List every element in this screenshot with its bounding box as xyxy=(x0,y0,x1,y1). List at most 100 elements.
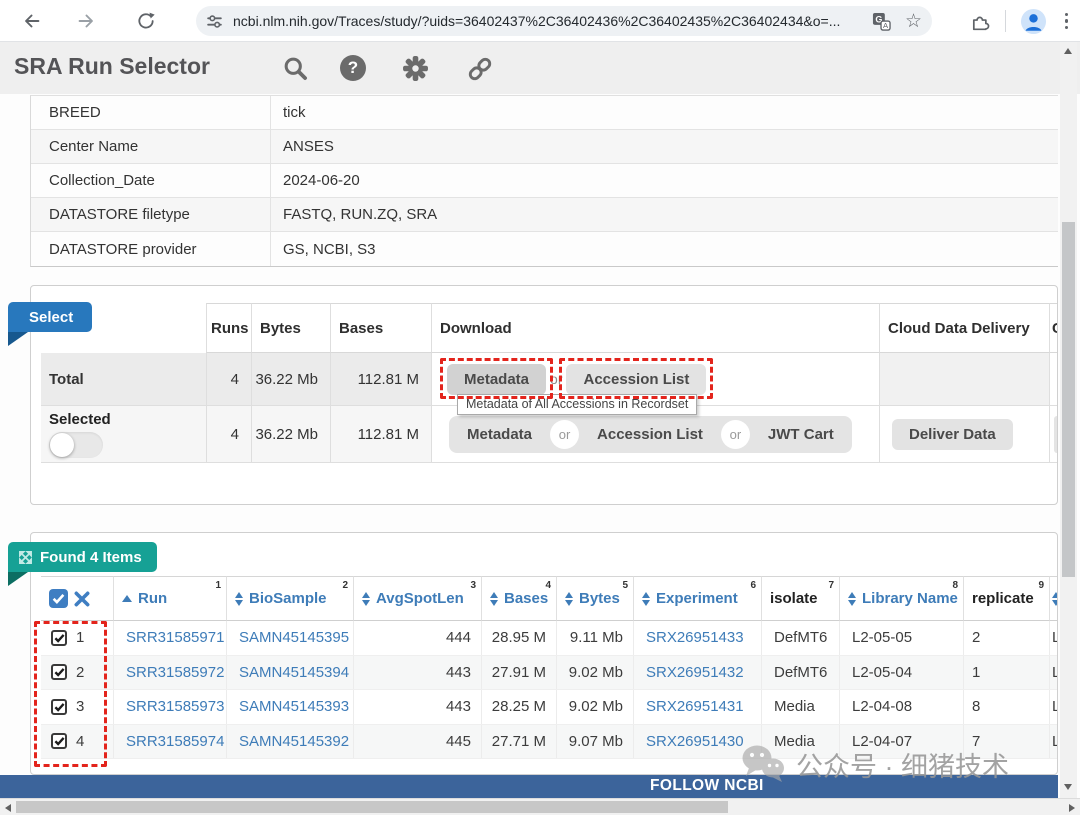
accession-list-selected-button[interactable]: Accession List xyxy=(579,426,721,443)
column-number: 2 xyxy=(342,580,348,591)
deliver-data-button[interactable]: Deliver Data xyxy=(892,418,1013,450)
metadata-selected-button[interactable]: Metadata xyxy=(449,426,550,443)
scroll-up-arrow[interactable] xyxy=(1064,48,1072,54)
metadata-download-button[interactable]: Metadata xyxy=(447,363,547,395)
browser-menu-icon[interactable] xyxy=(1061,9,1073,34)
column-label: AvgSpotLen xyxy=(376,590,464,607)
row-checkbox[interactable] xyxy=(51,698,67,715)
metadata-value: FASTQ, RUN.ZQ, SRA xyxy=(283,206,438,223)
avgspotlen-value: 444 xyxy=(353,621,481,655)
selected-label-cell: Selected xyxy=(41,406,206,463)
biosample-link[interactable]: SAMN45145393 xyxy=(226,690,353,724)
selected-toggle[interactable] xyxy=(49,431,103,458)
column-header-library-name[interactable]: Library Name 8 xyxy=(839,576,963,621)
back-button[interactable] xyxy=(21,10,43,32)
horizontal-scrollbar[interactable] xyxy=(0,798,1080,815)
reload-button[interactable] xyxy=(135,10,157,32)
extensions-icon[interactable] xyxy=(970,11,991,32)
column-header-bytes[interactable]: Bytes 5 xyxy=(556,576,633,621)
total-clipped-cell xyxy=(1049,353,1057,406)
url-text[interactable]: ncbi.nlm.nih.gov/Traces/study/?uids=3640… xyxy=(233,13,864,29)
selected-clipped-cell xyxy=(1049,406,1057,463)
column-header-bases[interactable]: Bases 4 xyxy=(481,576,556,621)
library-name-value: L2-04-07 xyxy=(839,724,963,758)
clipped-value: L xyxy=(1049,655,1057,689)
scroll-left-arrow[interactable] xyxy=(5,804,11,812)
column-header-bytes: Bytes xyxy=(251,303,330,353)
row-checkbox[interactable] xyxy=(51,733,67,750)
bases-value: 28.25 M xyxy=(481,690,556,724)
column-header-download: Download xyxy=(431,303,879,353)
run-link[interactable]: SRR31585972 xyxy=(113,655,226,689)
column-number: 5 xyxy=(622,580,628,591)
library-name-value: L2-05-05 xyxy=(839,621,963,655)
metadata-value: ANSES xyxy=(283,138,334,155)
biosample-link[interactable]: SAMN45145395 xyxy=(226,621,353,655)
vertical-scrollbar[interactable] xyxy=(1060,42,1077,798)
selected-runs: 4 xyxy=(206,406,251,463)
experiment-link[interactable]: SRX26951432 xyxy=(633,655,761,689)
biosample-link[interactable]: SAMN45145394 xyxy=(226,655,353,689)
total-runs: 4 xyxy=(206,353,251,406)
column-header-runs: Runs xyxy=(206,303,251,353)
profile-avatar[interactable] xyxy=(1020,8,1047,35)
bookmark-star-icon[interactable]: ☆ xyxy=(905,12,922,31)
bases-value: 28.95 M xyxy=(481,621,556,655)
table-row: 1 SRR31585971 SAMN45145395 444 28.95 M 9… xyxy=(41,621,1057,656)
column-header-run[interactable]: Run 1 xyxy=(113,576,226,621)
column-number: 4 xyxy=(545,580,551,591)
row-number: 4 xyxy=(76,732,85,750)
clear-selection-icon[interactable] xyxy=(74,591,90,607)
clipped-value: L xyxy=(1049,690,1057,724)
scroll-down-arrow[interactable] xyxy=(1064,784,1072,790)
column-label: Bases xyxy=(504,590,549,607)
forward-button[interactable] xyxy=(75,10,97,32)
total-bytes: 36.22 Mb xyxy=(251,353,330,406)
run-link[interactable]: SRR31585973 xyxy=(113,690,226,724)
scroll-right-arrow[interactable] xyxy=(1069,804,1075,812)
column-header-experiment[interactable]: Experiment 6 xyxy=(633,576,761,621)
link-icon xyxy=(468,57,492,81)
accession-list-download-button[interactable]: Accession List xyxy=(566,363,707,395)
select-all-checkbox[interactable] xyxy=(49,589,68,608)
sort-icon xyxy=(362,591,370,606)
experiment-link[interactable]: SRX26951431 xyxy=(633,690,761,724)
bytes-value: 9.11 Mb xyxy=(556,621,633,655)
jwt-cart-button[interactable]: JWT Cart xyxy=(750,426,852,443)
back-arrow-icon xyxy=(25,14,40,28)
experiment-link[interactable]: SRX26951430 xyxy=(633,724,761,758)
follow-ncbi-bar: FOLLOW NCBI xyxy=(0,775,1058,798)
run-link[interactable]: SRR31585974 xyxy=(113,724,226,758)
or-separator: or xyxy=(720,419,750,449)
metadata-name: BREED xyxy=(31,96,271,129)
column-header-avgspotlen[interactable]: AvgSpotLen 3 xyxy=(353,576,481,621)
toggle-knob xyxy=(50,432,74,457)
experiment-link[interactable]: SRX26951433 xyxy=(633,621,761,655)
row-checkbox[interactable] xyxy=(51,629,67,646)
select-ribbon: Select xyxy=(8,302,93,332)
permalink-button[interactable] xyxy=(466,55,494,88)
column-header-bases: Bases xyxy=(330,303,431,353)
settings-button[interactable] xyxy=(402,55,429,87)
biosample-link[interactable]: SAMN45145392 xyxy=(226,724,353,758)
total-label: Total xyxy=(41,353,206,406)
site-info-icon[interactable] xyxy=(206,13,223,30)
row-checkbox[interactable] xyxy=(51,664,67,681)
metadata-name: Collection_Date xyxy=(31,164,271,197)
sort-icon xyxy=(848,591,856,606)
run-link[interactable]: SRR31585971 xyxy=(113,621,226,655)
clipped-button[interactable] xyxy=(1054,415,1057,453)
selected-cloud-cell: Deliver Data xyxy=(879,406,1049,463)
translate-icon[interactable]: GA xyxy=(872,12,891,31)
select-summary-panel: Runs Bytes Bases Download Cloud Data Del… xyxy=(30,285,1058,505)
search-button[interactable] xyxy=(282,55,309,87)
vertical-scrollbar-thumb[interactable] xyxy=(1062,222,1075,577)
horizontal-scrollbar-thumb[interactable] xyxy=(16,801,728,813)
address-bar[interactable]: ncbi.nlm.nih.gov/Traces/study/?uids=3640… xyxy=(196,6,932,36)
bases-value: 27.71 M xyxy=(481,724,556,758)
total-download-cell: Metadata or Accession List Metadata of A… xyxy=(431,353,879,415)
column-header-clipped xyxy=(1049,576,1057,621)
column-header-biosample[interactable]: BioSample 2 xyxy=(226,576,353,621)
browser-toolbar: ncbi.nlm.nih.gov/Traces/study/?uids=3640… xyxy=(0,0,1080,42)
help-button[interactable]: ? xyxy=(340,55,366,81)
